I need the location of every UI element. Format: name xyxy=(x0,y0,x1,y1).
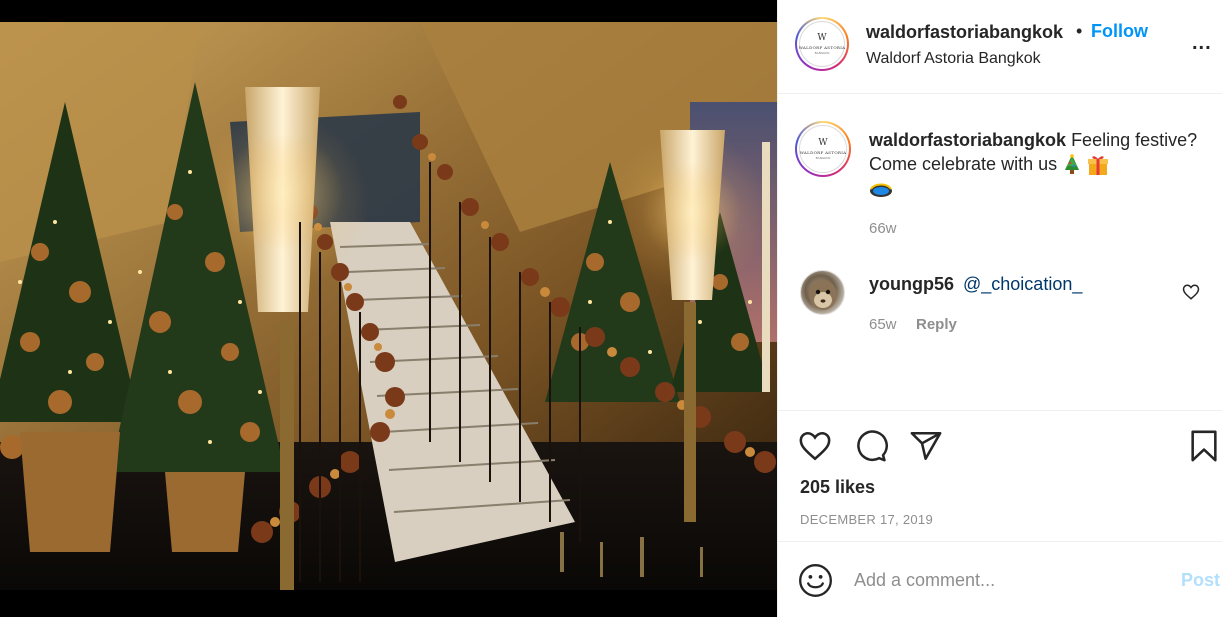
post-header: W WALDORF ASTORIA BANGKOK waldorfastoria… xyxy=(778,0,1222,94)
reply-button[interactable]: Reply xyxy=(916,316,957,333)
wrapped-gift-icon xyxy=(1088,156,1109,176)
avatar[interactable]: W WALDORF ASTORIA BANGKOK xyxy=(795,17,849,71)
location-link[interactable]: Waldorf Astoria Bangkok xyxy=(866,50,1041,68)
comment-icon[interactable] xyxy=(854,429,888,463)
monkey-avatar-icon xyxy=(809,280,837,310)
caption-username[interactable]: waldorfastoriabangkok xyxy=(869,130,1066,150)
christmas-tree-icon xyxy=(1065,154,1080,175)
comment-avatar[interactable] xyxy=(800,270,845,315)
post-date[interactable]: DECEMBER 17, 2019 xyxy=(800,512,933,527)
add-comment-bar: Post xyxy=(778,541,1222,617)
comment-mention[interactable]: @_choication_ xyxy=(963,274,1082,295)
comment-username[interactable]: youngp56 xyxy=(869,274,954,295)
header-username[interactable]: waldorfastoriabangkok xyxy=(866,22,1063,43)
caption-text-block: waldorfastoriabangkok Feeling festive? C… xyxy=(869,128,1204,200)
bookmark-icon[interactable] xyxy=(1187,429,1221,463)
comment-input[interactable] xyxy=(854,566,1154,594)
caption-avatar[interactable]: W WALDORF ASTORIA BANGKOK xyxy=(795,121,851,177)
share-icon[interactable] xyxy=(909,429,943,463)
caption-timestamp[interactable]: 66w xyxy=(869,220,897,237)
post-actions: 205 likes DECEMBER 17, 2019 xyxy=(778,410,1222,541)
header-separator: • xyxy=(1076,21,1083,41)
smiley-icon[interactable] xyxy=(798,563,833,598)
post-media xyxy=(0,0,777,617)
follow-button[interactable]: Follow xyxy=(1091,21,1148,42)
heart-icon[interactable] xyxy=(798,429,832,463)
diving-mask-icon xyxy=(870,183,892,197)
likes-count[interactable]: 205 likes xyxy=(800,477,875,498)
comment-timestamp[interactable]: 65w xyxy=(869,316,897,333)
comment-like-heart-icon[interactable] xyxy=(1182,283,1200,301)
post-photo[interactable] xyxy=(0,22,777,590)
photo-illustration xyxy=(0,22,777,590)
more-options-button[interactable]: ... xyxy=(1192,32,1212,55)
waldorf-logo-icon: W WALDORF ASTORIA BANGKOK xyxy=(799,21,845,67)
waldorf-logo-icon: W WALDORF ASTORIA BANGKOK xyxy=(799,125,847,173)
post-comment-button[interactable]: Post xyxy=(1181,570,1220,591)
post-side-panel: W WALDORF ASTORIA BANGKOK waldorfastoria… xyxy=(777,0,1222,617)
